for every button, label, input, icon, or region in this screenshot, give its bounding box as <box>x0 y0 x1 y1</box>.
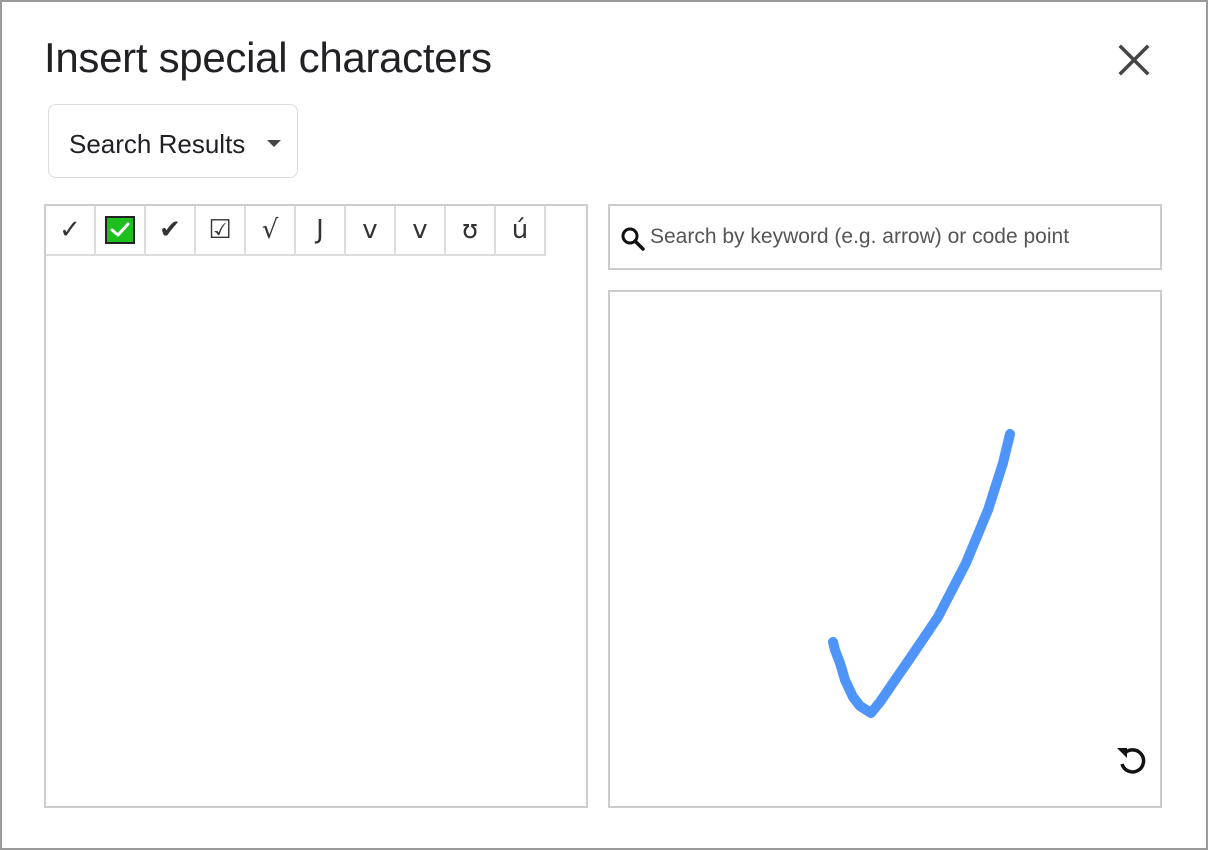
char-glyph: √ <box>261 215 279 245</box>
char-glyph: ☑ <box>208 215 232 245</box>
character-results-grid: ✓ ✔ ☑ √ J v v ʊ ú <box>46 206 546 256</box>
char-cell-check-mark[interactable]: ✓ <box>46 206 96 256</box>
char-glyph: J <box>316 215 324 245</box>
char-cell-letter-v-alt[interactable]: v <box>396 206 446 256</box>
char-cell-heavy-check-mark[interactable]: ✔ <box>146 206 196 256</box>
search-box <box>608 204 1162 270</box>
category-dropdown-label: Search Results <box>69 129 246 159</box>
char-glyph: ʊ <box>461 215 479 245</box>
close-button[interactable] <box>1114 40 1154 80</box>
search-input[interactable] <box>650 218 1150 256</box>
char-cell-square-root[interactable]: √ <box>246 206 296 256</box>
char-cell-latin-upsilon[interactable]: ʊ <box>446 206 496 256</box>
char-cell-letter-j[interactable]: J <box>296 206 346 256</box>
char-cell-white-heavy-check-mark[interactable] <box>96 206 146 256</box>
char-glyph: ✔ <box>159 215 181 245</box>
char-cell-letter-v[interactable]: v <box>346 206 396 256</box>
undo-icon <box>1117 748 1146 774</box>
green-check-box-icon <box>105 216 135 244</box>
char-glyph: v <box>362 215 378 245</box>
handwriting-draw-area[interactable] <box>608 290 1162 808</box>
category-dropdown[interactable]: Search Results <box>48 104 298 178</box>
char-cell-u-acute[interactable]: ú <box>496 206 546 256</box>
dialog-title: Insert special characters <box>44 34 492 81</box>
character-results-panel: ✓ ✔ ☑ √ J v v ʊ ú <box>44 204 588 808</box>
char-glyph: v <box>412 215 428 245</box>
char-glyph: ú <box>511 215 529 245</box>
close-icon <box>1118 44 1150 76</box>
caret-down-icon <box>267 140 281 147</box>
handwritten-check-stroke <box>828 429 1015 718</box>
undo-drawing-button[interactable] <box>1112 740 1152 780</box>
char-cell-ballot-box-with-check[interactable]: ☑ <box>196 206 246 256</box>
char-glyph: ✓ <box>59 215 81 245</box>
search-icon <box>621 227 645 251</box>
